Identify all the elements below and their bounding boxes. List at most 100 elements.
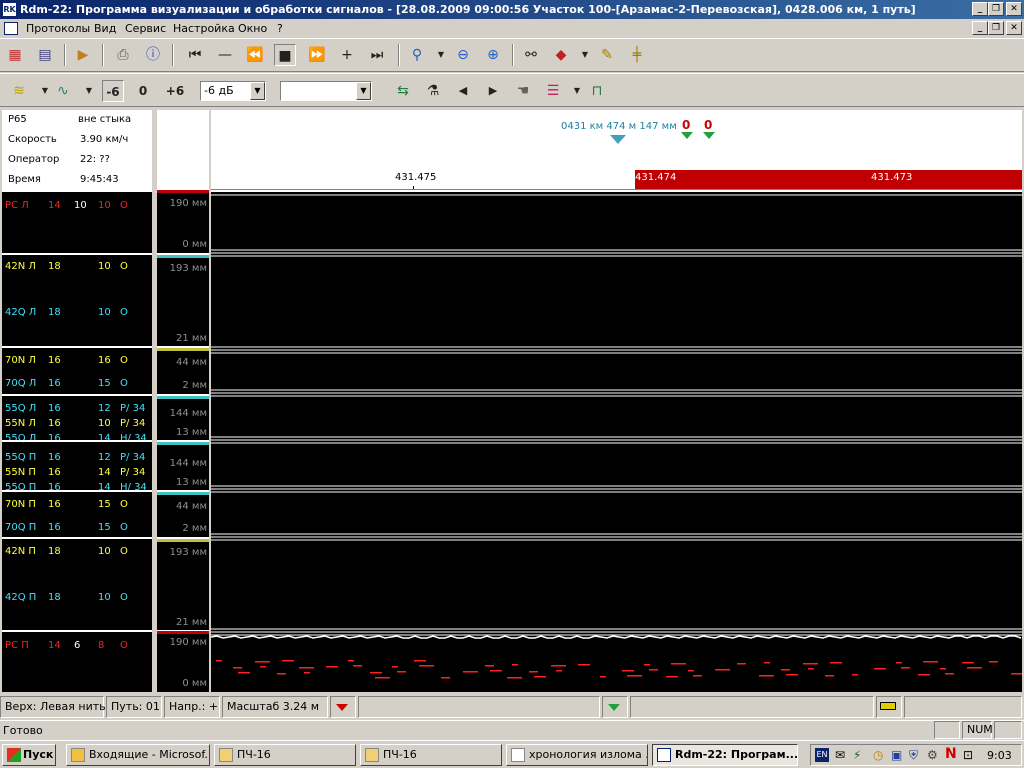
task-rdm22[interactable]: Rdm-22: Програм... — [652, 744, 798, 766]
task-folder-2[interactable]: ПЧ-16 — [360, 744, 502, 766]
pencil-icon[interactable]: ✎ — [596, 44, 618, 66]
plus-icon[interactable]: + — [336, 44, 358, 66]
reflection-dot — [419, 665, 434, 667]
gain-zero-button[interactable]: 0 — [132, 80, 154, 102]
zoom-out-icon[interactable]: ⊖ — [452, 44, 474, 66]
gain-plus6-button[interactable]: +6 — [162, 80, 188, 102]
update-icon[interactable]: ⊡ — [963, 748, 973, 762]
shield-icon[interactable]: ⛨ — [909, 748, 918, 763]
clock-tray-icon[interactable]: ◷ — [873, 748, 883, 762]
zoom-in-icon[interactable]: ⊕ — [482, 44, 504, 66]
open-folder-icon[interactable]: ▶ — [72, 44, 94, 66]
hand-icon[interactable]: ☚ — [512, 80, 534, 102]
reflection-dot — [945, 673, 954, 675]
task-outlook[interactable]: Входящие - Microsof... — [66, 744, 210, 766]
pulse-icon[interactable]: ⊓ — [586, 80, 608, 102]
close-icon[interactable]: ✕ — [1006, 2, 1022, 16]
b-scan-plot[interactable] — [211, 192, 1022, 692]
zoom-icon[interactable]: ⚲ — [406, 44, 428, 66]
print-icon[interactable]: ⎙ — [112, 44, 134, 66]
antivirus-icon[interactable]: N — [945, 746, 957, 762]
bookmark-icon[interactable]: ◆ — [550, 44, 572, 66]
channel-value-a: 16 — [48, 467, 61, 478]
task-folder-1[interactable]: ПЧ-16 — [214, 744, 356, 766]
color-dropdown-icon[interactable]: ▼ — [566, 80, 588, 102]
reflection-dot — [627, 675, 642, 677]
joint-status: вне стыка — [78, 114, 132, 125]
green-marker-box[interactable] — [602, 696, 628, 718]
database-icon[interactable]: ▤ — [34, 44, 56, 66]
menu-window[interactable]: Окно — [238, 22, 267, 35]
menu-help[interactable]: ? — [277, 22, 283, 35]
flag-1-icon[interactable] — [681, 132, 693, 139]
channel-color-bar — [157, 348, 209, 351]
channel-name: 70N П — [5, 499, 36, 510]
signal-b-dropdown-icon[interactable]: ▼ — [78, 80, 100, 102]
chevron-down-icon[interactable]: ▼ — [356, 82, 371, 100]
ruler-box[interactable] — [876, 696, 902, 718]
open-device-icon[interactable]: ▦ — [4, 44, 26, 66]
speed-label: Скорость — [8, 134, 57, 145]
reflection-dot — [671, 663, 686, 665]
channel-value-a: 18 — [48, 592, 61, 603]
channel-value-a: 16 — [48, 522, 61, 533]
mail-icon[interactable]: ✉ — [835, 748, 845, 762]
document-icon[interactable] — [4, 22, 18, 35]
reflection-dot — [485, 665, 494, 667]
measure-icon[interactable]: ╪ — [626, 44, 648, 66]
go-last-icon[interactable]: ⏭ — [366, 44, 388, 66]
channel-name: 55Q Л — [5, 403, 37, 414]
doc-minimize-icon[interactable]: _ — [972, 21, 988, 35]
channel-value-c: 10 — [98, 418, 111, 429]
go-first-icon[interactable]: ⏮ — [184, 44, 206, 66]
zoom-dropdown-icon[interactable]: ▼ — [430, 44, 452, 66]
signal-toolbar: ≋ ▼ ∿ ▼ -6 0 +6 -6 дБ ▼ ▼ ⇆ ⚗ ◀ ▶ ☚ ☰ ▼ ⊓ — [0, 73, 1024, 107]
channel-value-c: 10 — [98, 261, 111, 272]
gain-minus6-button[interactable]: -6 — [102, 80, 124, 102]
channel-panel — [2, 110, 152, 692]
menu-view[interactable]: Вид — [94, 22, 116, 35]
stop-icon[interactable]: ■ — [274, 44, 296, 66]
settings-icon[interactable]: ⚙ — [927, 748, 938, 762]
menu-protocols[interactable]: Протоколы — [26, 22, 90, 35]
doc-restore-icon[interactable]: ❐ — [988, 21, 1004, 35]
color-lines-icon[interactable]: ☰ — [542, 80, 564, 102]
bookmark-dropdown-icon[interactable]: ▼ — [574, 44, 596, 66]
gain-select[interactable]: -6 дБ ▼ — [200, 81, 266, 101]
minus-icon[interactable]: — — [214, 44, 236, 66]
reflection-dot — [441, 677, 450, 679]
info-icon[interactable]: ⓘ — [142, 44, 164, 66]
red-marker-box[interactable] — [330, 696, 356, 718]
language-indicator[interactable]: EN — [815, 748, 829, 762]
menu-settings[interactable]: Настройка — [173, 22, 235, 35]
restore-icon[interactable]: ❐ — [988, 2, 1004, 16]
sync-icon[interactable]: ⇆ — [392, 80, 414, 102]
binoculars-icon[interactable]: ⚯ — [520, 44, 542, 66]
task-word[interactable]: хронология излома ... — [506, 744, 648, 766]
channel-mode: О — [120, 640, 128, 651]
monitor-icon[interactable]: ▣ — [891, 748, 902, 762]
signal-a-icon[interactable]: ≋ — [8, 80, 30, 102]
chevron-down-icon[interactable]: ▼ — [250, 82, 265, 100]
signal-b-icon[interactable]: ∿ — [52, 80, 74, 102]
rewind-icon[interactable]: ⏪ — [244, 44, 266, 66]
flag-2-icon[interactable] — [703, 132, 715, 139]
menu-service[interactable]: Сервис — [125, 22, 166, 35]
network-icon[interactable]: ⚡ — [853, 748, 861, 762]
channel-value-c: 16 — [98, 355, 111, 366]
doc-close-icon[interactable]: ✕ — [1006, 21, 1022, 35]
reflection-dot — [490, 670, 502, 672]
channel-mode: Р/ 34 — [120, 403, 146, 414]
minimize-icon[interactable]: _ — [972, 2, 988, 16]
next-icon[interactable]: ▶ — [482, 80, 504, 102]
prev-icon[interactable]: ◀ — [452, 80, 474, 102]
start-button[interactable]: Пуск — [2, 744, 56, 766]
position-marker-icon[interactable] — [610, 135, 626, 144]
reflection-dot — [392, 666, 398, 668]
reflection-dot — [348, 660, 354, 662]
fast-forward-icon[interactable]: ⏩ — [306, 44, 328, 66]
flask-icon[interactable]: ⚗ — [422, 80, 444, 102]
app-icon[interactable]: RK — [2, 2, 17, 17]
channel-select[interactable]: ▼ — [280, 81, 372, 101]
distance-ruler[interactable]: 0431 км 474 м 147 мм 0 0 431.475 431.474… — [211, 110, 1022, 192]
